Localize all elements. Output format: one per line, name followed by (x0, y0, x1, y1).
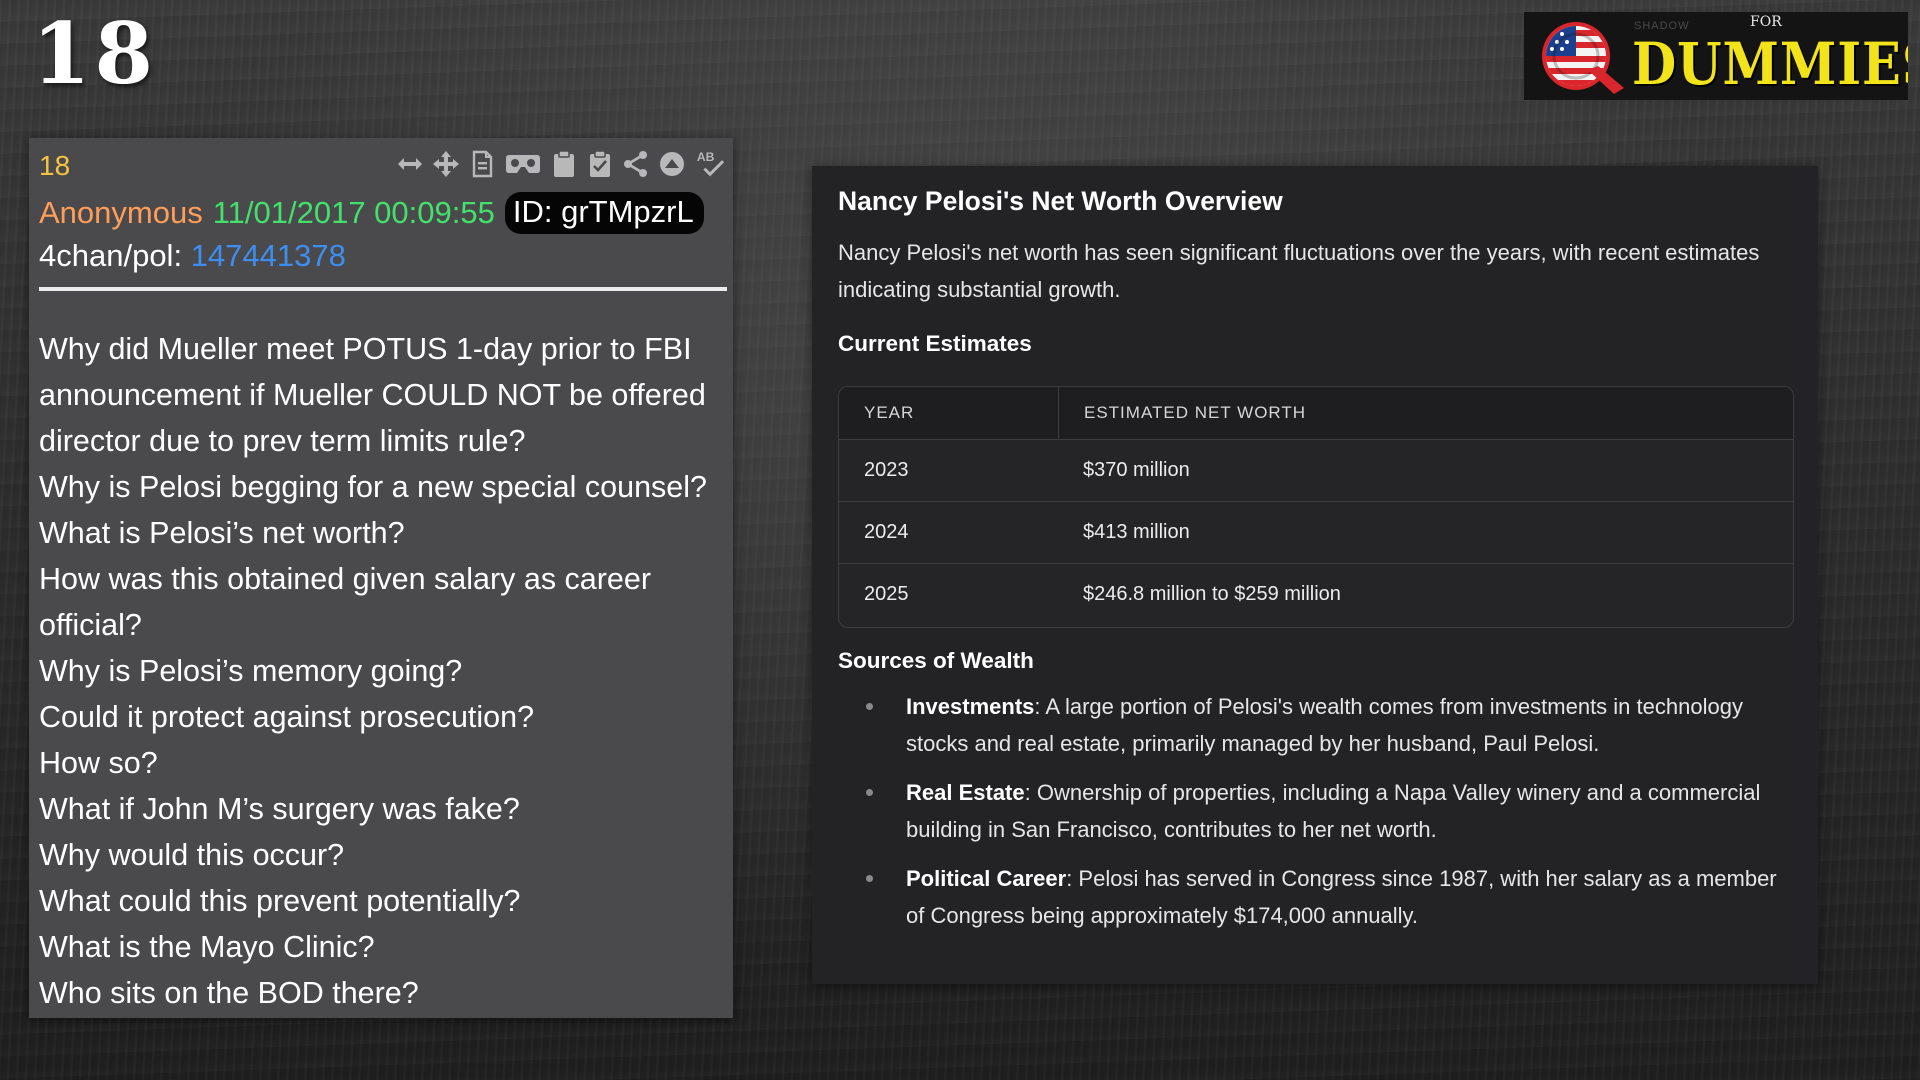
post-toolbar: AB (395, 148, 727, 180)
post-timestamp: 11/01/2017 00:09:55 (212, 195, 495, 230)
cell-net-worth: $413 million (1083, 521, 1190, 543)
panel-title: Nancy Pelosi's Net Worth Overview (838, 186, 1283, 216)
sources-heading: Sources of Wealth (838, 648, 1034, 673)
cell-net-worth: $370 million (1083, 459, 1190, 481)
q-flag-logo-icon (1542, 22, 1624, 94)
source-term: Investments (906, 694, 1035, 719)
list-item: Real Estate: Ownership of properties, in… (838, 774, 1778, 848)
post-body: Why did Mueller meet POTUS 1-day prior t… (39, 326, 729, 1016)
cell-net-worth: $246.8 million to $259 million (1083, 583, 1341, 605)
logo-for-text: FOR (1750, 14, 1782, 30)
board-label: 4chan/pol: (39, 238, 183, 273)
cell-year: 2024 (864, 521, 909, 543)
clipboard-check-icon[interactable] (585, 148, 615, 180)
column-header-net-worth: ESTIMATED NET WORTH (1084, 403, 1307, 422)
expand-horizontal-icon[interactable] (395, 148, 425, 180)
post-line: What is the Mayo Clinic? (39, 930, 375, 964)
document-icon[interactable] (467, 148, 497, 180)
post-line: How so? (39, 746, 158, 780)
post-line: Who sits on the BOD there? (39, 976, 419, 1010)
cell-year: 2025 (864, 583, 909, 605)
post-id-badge: ID: grTMpzrL (504, 192, 704, 234)
bullet-icon (866, 875, 873, 882)
post-line: announcement if Mueller COULD NOT be off… (39, 378, 706, 412)
post-card: 18 AB Anonymous 11/01/2017 00:09:55 ID: … (29, 138, 733, 1018)
move-icon[interactable] (431, 148, 461, 180)
estimates-heading: Current Estimates (838, 331, 1032, 356)
bullet-icon (866, 789, 873, 796)
post-line: Why is Pelosi begging for a new special … (39, 470, 707, 504)
post-line: Why would this occur? (39, 838, 345, 872)
column-header-year: YEAR (839, 387, 1059, 439)
post-author: Anonymous (39, 195, 203, 230)
table-row: 2023 $370 million (839, 439, 1793, 501)
table-header-row: YEAR ESTIMATED NET WORTH (839, 387, 1793, 439)
share-icon[interactable] (621, 148, 651, 180)
source-term: Political Career (906, 866, 1067, 891)
thread-link[interactable]: 147441378 (191, 238, 346, 273)
post-line: director due to prev term limits rule? (39, 424, 526, 458)
spellcheck-icon[interactable]: AB (693, 148, 727, 180)
sources-list: Investments: A large portion of Pelosi's… (838, 688, 1778, 946)
list-item: Investments: A large portion of Pelosi's… (838, 688, 1778, 762)
upvote-circle-icon[interactable] (657, 148, 687, 180)
post-meta: Anonymous 11/01/2017 00:09:55 ID: grTMpz… (39, 192, 704, 234)
net-worth-table: YEAR ESTIMATED NET WORTH 2023 $370 milli… (838, 386, 1794, 628)
post-line: official? (39, 608, 142, 642)
post-line: Could it protect against prosecution? (39, 700, 535, 734)
list-item: Political Career: Pelosi has served in C… (838, 860, 1778, 934)
spellcheck-label: AB (697, 150, 715, 164)
logo-dummies-text: DUMMIES (1632, 30, 1908, 98)
table-row: 2024 $413 million (839, 501, 1793, 563)
post-divider (39, 287, 727, 291)
post-line: What if John M’s surgery was fake? (39, 792, 520, 826)
clipboard-icon[interactable] (549, 148, 579, 180)
post-line: What is Pelosi’s net worth? (39, 516, 405, 550)
source-term: Real Estate (906, 780, 1025, 805)
cell-year: 2023 (864, 459, 909, 481)
panel-intro: Nancy Pelosi's net worth has seen signif… (838, 240, 1760, 302)
post-line: What could this prevent potentially? (39, 884, 521, 918)
post-line: Why is Pelosi’s memory going? (39, 654, 463, 688)
table-row: 2025 $246.8 million to $259 million (839, 563, 1793, 625)
vr-goggles-icon[interactable] (503, 148, 543, 180)
q-for-dummies-logo: SHADOW FOR DUMMIES (1524, 12, 1908, 100)
post-line: How was this obtained given salary as ca… (39, 562, 651, 596)
post-number: 18 (39, 150, 71, 181)
post-source: 4chan/pol: 147441378 (39, 238, 346, 274)
source-text: : Ownership of properties, including a N… (906, 780, 1761, 842)
slide-number: 18 (32, 4, 157, 103)
post-line: Why did Mueller meet POTUS 1-day prior t… (39, 332, 692, 366)
bullet-icon (866, 703, 873, 710)
net-worth-panel: Nancy Pelosi's Net Worth Overview Nancy … (812, 166, 1818, 984)
